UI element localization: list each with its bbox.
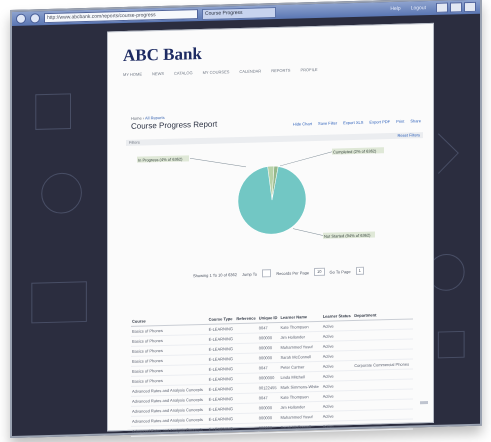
- table-cell: [235, 383, 258, 394]
- table-cell: 000000: [257, 332, 280, 344]
- table-cell: 0000000: [257, 372, 280, 384]
- filter-label: Filters: [129, 139, 140, 145]
- table-cell: 000000: [257, 412, 280, 424]
- main-menu: MY HOME NEWS CATALOG MY COURSES CALENDAR…: [123, 67, 318, 77]
- table-cell: 000000: [257, 342, 280, 354]
- pie-leader-line: [279, 151, 334, 167]
- pagination-bar: Showing 1 To 10 of 6362 Jump To Records …: [193, 265, 423, 279]
- pie-label: Completed (2% of 6362): [333, 148, 377, 154]
- table-cell: [235, 413, 258, 424]
- table-cell: [235, 373, 258, 384]
- per-page-select[interactable]: 10: [314, 267, 325, 277]
- page-label: Go To Page: [329, 268, 351, 275]
- pie-leader-line: [189, 158, 247, 168]
- table-cell: 0047: [257, 362, 280, 374]
- table-cell: [235, 363, 258, 374]
- report-page: ABC Bank MY HOME NEWS CATALOG MY COURSES…: [107, 22, 434, 437]
- page-title: Course Progress Report: [131, 119, 218, 131]
- showing-count: Showing 1 To 10 of 6362: [193, 271, 237, 278]
- table-cell: [353, 418, 413, 431]
- bank-logo: ABC Bank: [123, 43, 202, 66]
- table-cell: [235, 333, 258, 344]
- jump-input[interactable]: [262, 269, 272, 278]
- scroll-indicator[interactable]: [420, 401, 428, 405]
- menu-item-news[interactable]: NEWS: [152, 71, 164, 76]
- table-cell: [235, 393, 258, 404]
- share-action[interactable]: Share: [410, 118, 421, 123]
- jump-label: Jump To: [241, 271, 258, 277]
- table-cell: [235, 323, 258, 334]
- table-cell: 0047: [257, 392, 280, 404]
- close-button[interactable]: [464, 1, 476, 13]
- breadcrumb: Home › All Reports: [131, 115, 165, 121]
- table-cell: [235, 343, 258, 354]
- per-page-label: Records Per Page: [276, 269, 310, 276]
- table-body: Basics of Phones E-LEARNING 0047 Kate Thomp…: [131, 318, 413, 437]
- monitor-frame: http://www.abcbank.com/reports/course-pr…: [10, 0, 482, 438]
- pie-leader-line: [292, 228, 325, 237]
- table-cell: [235, 403, 258, 414]
- breadcrumb-prefix: Home ›: [131, 115, 145, 121]
- table-cell: [235, 353, 258, 364]
- menu-item-reports[interactable]: REPORTS: [271, 68, 290, 74]
- browser-tab[interactable]: Course Progress: [202, 6, 276, 20]
- report-actions: Hide Chart Save Filter Export XLS Export…: [293, 118, 421, 126]
- pie-label: In Progress (4% of 6362): [138, 156, 183, 162]
- table-cell: 000000: [257, 422, 280, 434]
- forward-button[interactable]: [30, 13, 40, 24]
- maximize-button[interactable]: [450, 2, 462, 13]
- menu-item-calendar[interactable]: CALENDAR: [239, 68, 261, 74]
- menu-item-profile[interactable]: PROFILE: [300, 67, 317, 72]
- pie-label: Not Started (94% of 6362): [324, 233, 371, 239]
- table-cell: 000000: [257, 352, 280, 364]
- course-progress-pie-chart: In Progress (4% of 6362) Completed (2% of…: [137, 147, 384, 239]
- top-links: Help Logout: [390, 5, 426, 12]
- table-cell: 0047: [257, 322, 280, 334]
- breadcrumb-link[interactable]: All Reports: [145, 115, 165, 121]
- minimize-button[interactable]: [436, 2, 448, 13]
- window-controls: [436, 1, 476, 13]
- hide-chart-action[interactable]: Hide Chart: [293, 121, 312, 127]
- reset-filters-link[interactable]: Reset Filters: [398, 132, 420, 139]
- table-cell: Active: [321, 420, 354, 432]
- save-filter-action[interactable]: Save Filter: [318, 120, 337, 126]
- report-table: Course Course Type Reference Unique ID L…: [131, 309, 413, 437]
- menu-item-catalog[interactable]: CATALOG: [174, 70, 193, 75]
- table-cell: 00122455: [257, 382, 280, 394]
- table-cell: Advanced Rates and Analysis Concepts: [131, 424, 208, 437]
- table-cell: E-LEARNING: [207, 423, 236, 435]
- export-pdf-action[interactable]: Export PDF: [369, 119, 390, 125]
- export-xls-action[interactable]: Export XLS: [343, 120, 363, 126]
- column-unique-id[interactable]: Unique ID: [257, 312, 280, 324]
- table-cell: 000000: [257, 402, 280, 414]
- help-link[interactable]: Help: [390, 6, 400, 12]
- back-button[interactable]: [16, 13, 26, 24]
- page-input[interactable]: 1: [355, 266, 364, 275]
- logout-link[interactable]: Logout: [411, 5, 426, 11]
- table-cell: [235, 423, 258, 434]
- menu-item-courses[interactable]: MY COURSES: [203, 69, 230, 75]
- print-action[interactable]: Print: [396, 119, 404, 124]
- table-cell: Sarah McConnell: [279, 421, 322, 433]
- menu-item-home[interactable]: MY HOME: [123, 72, 142, 77]
